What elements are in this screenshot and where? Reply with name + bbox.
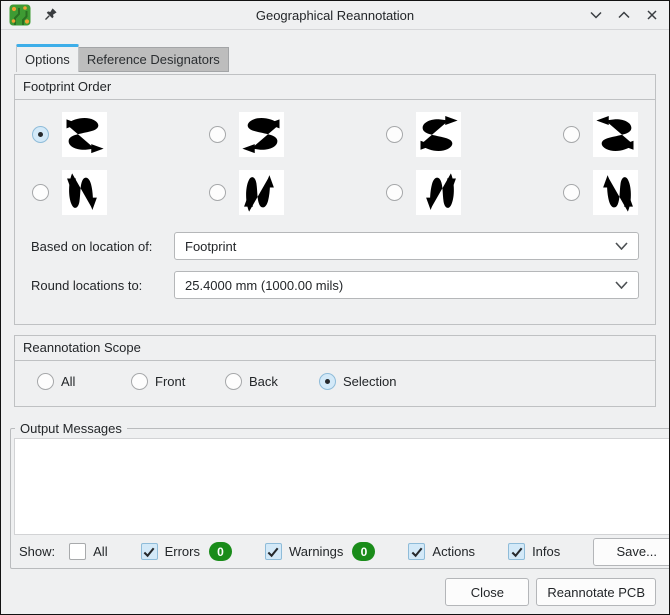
round-locations-value: 25.4000 mm (1000.00 mils) [185,278,343,293]
footprint-order-radio-4[interactable] [563,126,580,143]
dialog-buttons: Close Reannotate PCB [14,578,656,606]
reannotation-scope-options: AllFrontBackSelection [15,361,655,406]
serpentine-upward-start-bottom-left-icon [239,170,284,215]
footprint-order-radio-7[interactable] [386,184,403,201]
filter-infos[interactable]: Infos [508,543,560,560]
footprint-order-option-6[interactable] [209,170,386,215]
scope-front-radio[interactable] [131,373,148,390]
scope-selection-radio[interactable] [319,373,336,390]
serpentine-downward-start-top-left-icon [62,170,107,215]
warnings-checkbox[interactable] [265,543,282,560]
geographical-reannotation-dialog: Geographical Reannotation OptionsReferen… [0,0,670,615]
based-on-location-value: Footprint [185,239,236,254]
footprint-order-group: Footprint Order Based on location of: Fo… [14,74,656,325]
close-button[interactable]: Close [445,578,529,606]
based-on-location-label: Based on location of: [31,239,166,254]
based-on-location-select[interactable]: Footprint [174,232,639,260]
footprint-order-options [15,100,655,215]
errors-count-badge: 0 [209,542,232,561]
round-locations-select[interactable]: 25.4000 mm (1000.00 mils) [174,271,639,299]
output-messages-area[interactable] [14,438,670,535]
titlebar: Geographical Reannotation [1,1,669,30]
footprint-order-option-5[interactable] [32,170,209,215]
serpentine-rightward-start-bottom-left-icon [416,112,461,157]
output-messages-group: Output Messages Show: All Errors0 Warnings… [10,421,670,569]
footprint-order-option-1[interactable] [32,112,209,157]
footprint-order-radio-5[interactable] [32,184,49,201]
footprint-order-title: Footprint Order [15,75,655,100]
footprint-order-radio-3[interactable] [386,126,403,143]
window-controls [588,8,661,23]
footprint-order-option-4[interactable] [563,112,655,157]
output-messages-title: Output Messages [15,421,127,436]
tab-options[interactable]: Options [16,44,79,72]
kicad-pcbnew-app-icon [9,4,31,26]
filter-actions[interactable]: Actions [408,543,475,560]
check-mark-icon [510,545,524,559]
footprint-order-radio-8[interactable] [563,184,580,201]
scope-option-front[interactable]: Front [131,373,225,390]
reannotation-scope-title: Reannotation Scope [15,336,655,361]
scope-all-radio[interactable] [37,373,54,390]
check-mark-icon [142,545,156,559]
save-button[interactable]: Save... [593,538,670,566]
filter-warnings[interactable]: Warnings0 [265,542,375,561]
footprint-order-option-8[interactable] [563,170,655,215]
tab-reference-designators[interactable]: Reference Designators [79,47,229,72]
footprint-order-radio-1[interactable] [32,126,49,143]
footprint-order-radio-2[interactable] [209,126,226,143]
check-mark-icon [410,545,424,559]
footprint-order-option-2[interactable] [209,112,386,157]
chevron-down-icon [615,242,628,250]
window-title: Geographical Reannotation [256,8,414,23]
chevron-up-window-button[interactable] [616,8,631,23]
show-label: Show: [19,544,55,559]
scope-option-back[interactable]: Back [225,373,319,390]
pin-icon[interactable] [42,7,58,23]
reannotate-pcb-button[interactable]: Reannotate PCB [536,578,656,606]
tab-bar: OptionsReference Designators [16,43,669,72]
chevron-down-icon [615,281,628,289]
errors-checkbox[interactable] [141,543,158,560]
serpentine-leftward-start-bottom-right-icon [593,112,638,157]
serpentine-rightward-start-top-left-icon [62,112,107,157]
based-on-location-row: Based on location of: Footprint [31,232,639,260]
round-locations-row: Round locations to: 25.4000 mm (1000.00 … [31,271,639,299]
serpentine-leftward-start-top-right-icon [239,112,284,157]
scope-back-radio[interactable] [225,373,242,390]
footprint-order-radio-6[interactable] [209,184,226,201]
serpentine-upward-start-bottom-right-icon [593,170,638,215]
footprint-order-option-3[interactable] [386,112,563,157]
scope-option-all[interactable]: All [37,373,131,390]
check-mark-icon [266,545,280,559]
filter-all[interactable]: All [69,543,107,560]
scope-option-selection[interactable]: Selection [319,373,396,390]
reannotation-scope-group: Reannotation Scope AllFrontBackSelection [14,335,656,407]
actions-checkbox[interactable] [408,543,425,560]
show-filter-row: Show: All Errors0 Warnings0 Actions Infos Sa… [13,535,670,568]
footprint-order-option-7[interactable] [386,170,563,215]
round-locations-label: Round locations to: [31,278,166,293]
serpentine-downward-start-top-right-icon [416,170,461,215]
message-filters: All Errors0 Warnings0 Actions Infos [69,542,593,561]
filter-errors[interactable]: Errors0 [141,542,232,561]
warnings-count-badge: 0 [352,542,375,561]
all-checkbox[interactable] [69,543,86,560]
infos-checkbox[interactable] [508,543,525,560]
chevron-down-window-button[interactable] [588,8,603,23]
close-window-button[interactable] [644,8,659,23]
